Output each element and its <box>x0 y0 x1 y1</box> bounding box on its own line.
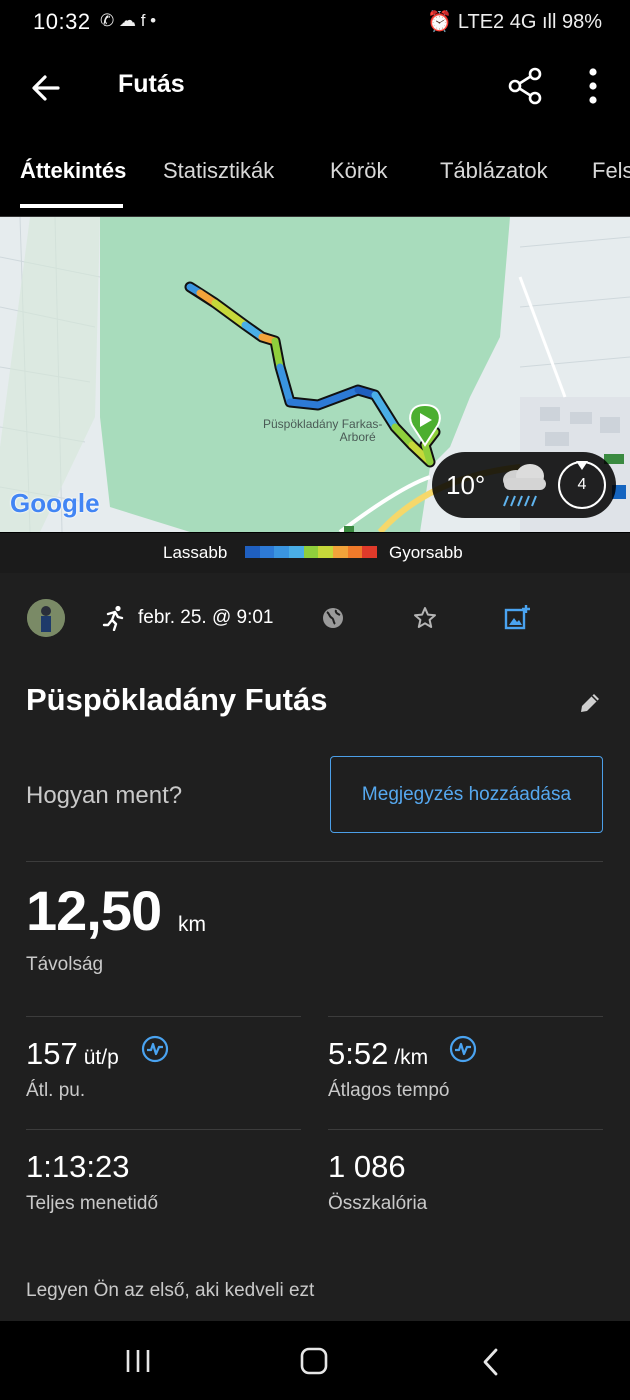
legend-color-swatch <box>333 546 348 558</box>
legend-color-bar <box>245 546 378 558</box>
system-nav-bar <box>0 1321 630 1400</box>
active-tab-indicator <box>20 204 123 208</box>
activity-date: febr. 25. @ 9:01 <box>138 607 274 628</box>
status-bar: 10:32 ✆ ☁ f • ⏰ LTE2 4G ıll 98% <box>0 0 630 44</box>
status-indicators: ⏰ LTE2 4G ıll 98% <box>427 11 602 33</box>
weather-widget: 10° 4 <box>432 452 616 518</box>
pace-legend: Lassabb Gyorsabb <box>0 533 630 573</box>
legend-color-swatch <box>303 546 319 558</box>
tab-tables[interactable]: Táblázatok <box>440 158 548 184</box>
user-photo-icon <box>27 599 65 637</box>
star-icon[interactable] <box>412 605 438 631</box>
avg-pace-label: Átlagos tempó <box>328 1080 450 1101</box>
add-photo-icon[interactable] <box>503 603 531 631</box>
legend-color-swatch <box>274 546 290 558</box>
legend-color-swatch <box>289 546 304 558</box>
legend-color-swatch <box>318 546 334 558</box>
divider <box>26 861 603 862</box>
activity-title: Püspökladány Futás <box>26 682 328 717</box>
legend-color-swatch <box>362 546 378 558</box>
legend-slow-label: Lassabb <box>163 543 228 562</box>
legend-color-swatch <box>245 546 260 558</box>
tab-overview[interactable]: Áttekintés <box>20 158 126 184</box>
avg-pace-value: 5:52/km <box>328 1036 429 1071</box>
divider <box>328 1129 603 1130</box>
tab-more[interactable]: Fels <box>592 158 630 184</box>
activity-details: febr. 25. @ 9:01 Püspökladány Futás Hogy… <box>0 573 630 1321</box>
wind-speed: 4 <box>577 476 587 493</box>
map-place-label: Püspökladány Farkas- Arboré <box>263 417 383 444</box>
heart-rate-sensor-icon <box>141 1035 169 1063</box>
weather-temperature: 10° <box>446 470 486 500</box>
page-title: Futás <box>118 70 185 98</box>
app-bar: Futás <box>0 44 630 130</box>
divider <box>328 1016 603 1017</box>
distance-unit: km <box>178 913 206 936</box>
wind-direction-icon <box>576 461 588 470</box>
distance-label: Távolság <box>26 954 104 975</box>
share-icon[interactable] <box>506 66 544 106</box>
back-arrow-icon[interactable] <box>28 70 64 106</box>
legend-color-swatch <box>347 546 363 558</box>
pace-sensor-icon <box>449 1035 477 1063</box>
total-time-value: 1:13:23 <box>26 1149 130 1184</box>
legend-fast-label: Gyorsabb <box>389 543 463 562</box>
tab-laps[interactable]: Körök <box>330 158 387 184</box>
globe-icon[interactable] <box>321 606 345 630</box>
like-prompt[interactable]: Legyen Ön az első, aki kedveli ezt <box>26 1280 314 1302</box>
distance-value: 12,50 <box>26 879 162 942</box>
pencil-icon[interactable] <box>577 690 603 716</box>
total-calories-label: Összkalória <box>328 1193 428 1214</box>
add-note-button[interactable]: Megjegyzés hozzáadása <box>330 756 603 833</box>
avatar[interactable] <box>27 599 65 637</box>
divider <box>26 1016 301 1017</box>
recent-apps-icon[interactable] <box>124 1347 152 1375</box>
tab-statistics[interactable]: Statisztikák <box>163 158 274 184</box>
legend-color-swatch <box>259 546 275 558</box>
avg-heart-rate-value: 157 üt/p <box>26 1036 119 1071</box>
home-icon[interactable] <box>299 1346 329 1376</box>
status-time: 10:32 <box>33 9 91 34</box>
wind-indicator: 4 <box>558 461 606 509</box>
divider <box>26 1129 301 1130</box>
tab-bar: Áttekintés Statisztikák Körök Táblázatok… <box>0 140 630 217</box>
total-calories-value: 1 086 <box>328 1149 406 1184</box>
total-time-label: Teljes menetidő <box>26 1193 159 1214</box>
more-options-icon[interactable] <box>580 64 606 108</box>
notification-icons: ✆ ☁ f • <box>100 11 157 30</box>
back-icon[interactable] <box>480 1347 502 1377</box>
feeling-prompt: Hogyan ment? <box>26 782 183 809</box>
google-logo: Google <box>10 488 100 518</box>
rain-cloud-icon <box>503 464 546 507</box>
avg-heart-rate-label: Átl. pu. <box>26 1080 86 1101</box>
running-icon <box>102 605 124 631</box>
